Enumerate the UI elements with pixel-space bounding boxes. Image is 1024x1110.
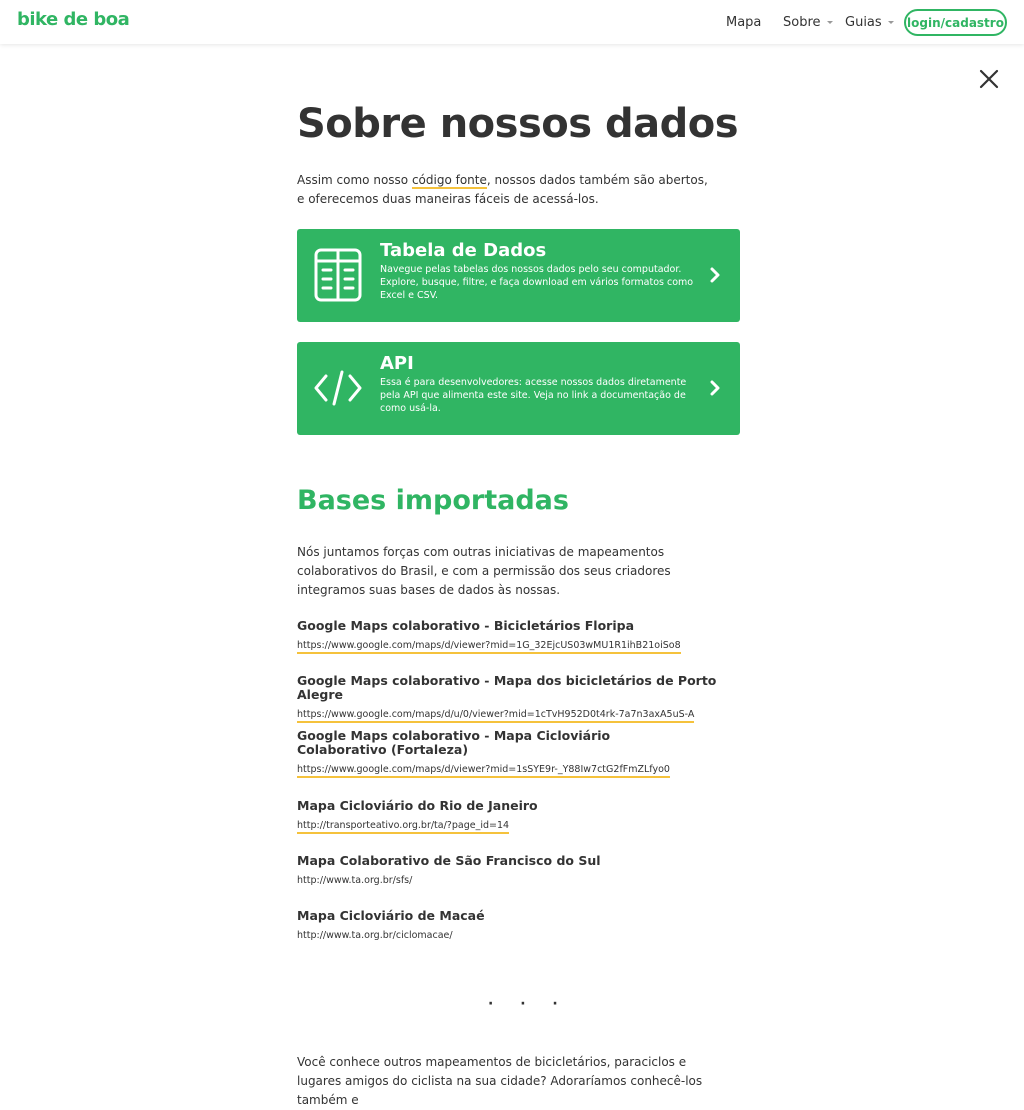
section-description: Nós juntamos forças com outras iniciativ… — [297, 545, 671, 597]
top-navbar: bike de boa Mapa Sobre Guias login/cadas… — [0, 0, 1024, 44]
section-title-bases: Bases importadas — [297, 485, 569, 516]
spreadsheet-icon — [314, 248, 362, 302]
page-title: Sobre nossos dados — [297, 101, 739, 147]
chevron-right-icon — [710, 267, 720, 283]
login-button[interactable]: login/cadastro — [904, 9, 1007, 36]
base-link[interactable]: http://www.ta.org.br/sfs/ — [297, 875, 412, 887]
list-item: Mapa Cicloviário do Rio de Janeiro http:… — [297, 799, 737, 834]
list-item: Google Maps colaborativo - Bicicletários… — [297, 619, 737, 654]
code-icon — [314, 370, 362, 406]
base-name: Mapa Colaborativo de São Francisco do Su… — [297, 853, 601, 868]
caret-down-icon — [826, 20, 833, 24]
base-link[interactable]: https://www.google.com/maps/d/u/0/viewer… — [297, 709, 695, 723]
chevron-right-icon — [710, 380, 720, 396]
data-table-card[interactable]: Tabela de Dados Navegue pelas tabelas do… — [297, 229, 740, 322]
intro-text-before: Assim como nosso — [297, 173, 412, 187]
base-link[interactable]: https://www.google.com/maps/d/viewer?mid… — [297, 764, 670, 778]
card-description: Navegue pelas tabelas dos nossos dados p… — [380, 264, 694, 301]
nav-item-mapa-label: Mapa — [726, 14, 762, 30]
base-name: Google Maps colaborativo - Bicicletários… — [297, 618, 635, 633]
intro-paragraph: Assim como nosso código fonte, nossos da… — [297, 171, 717, 209]
base-link[interactable]: https://www.google.com/maps/d/viewer?mid… — [297, 640, 681, 654]
list-item: Mapa Cicloviário de Macaé http://www.ta.… — [297, 909, 737, 942]
base-name: Google Maps colaborativo - Mapa Cicloviá… — [297, 728, 611, 757]
nav-item-sobre[interactable]: Sobre — [783, 0, 833, 44]
card-title: API — [380, 353, 414, 374]
card-description: Essa é para desenvolvedores: acesse noss… — [380, 377, 687, 414]
api-card[interactable]: API Essa é para desenvolvedores: acesse … — [297, 342, 740, 435]
close-button[interactable] — [978, 68, 1000, 90]
nav-item-guias-label: Guias — [845, 14, 882, 30]
nav-item-sobre-label: Sobre — [783, 14, 821, 30]
base-name: Mapa Cicloviário de Macaé — [297, 908, 485, 923]
logo[interactable]: bike de boa — [17, 9, 130, 30]
caret-down-icon — [887, 20, 894, 24]
base-name: Google Maps colaborativo - Mapa dos bici… — [297, 673, 717, 702]
separator-dots: · · · — [488, 996, 569, 1012]
list-item: Mapa Colaborativo de São Francisco do Su… — [297, 854, 737, 887]
source-code-link[interactable]: código fonte — [411, 173, 487, 189]
list-item: Google Maps colaborativo - Mapa dos bici… — [297, 674, 737, 723]
outro-paragraph: Você conhece outros mapeamentos de bicic… — [297, 1055, 703, 1107]
list-item: Google Maps colaborativo - Mapa Cicloviá… — [297, 729, 697, 778]
card-title: Tabela de Dados — [380, 240, 547, 261]
base-link[interactable]: http://transporteativo.org.br/ta/?page_i… — [297, 820, 510, 834]
nav-item-mapa[interactable]: Mapa — [726, 0, 761, 44]
close-icon — [979, 69, 999, 89]
nav-item-guias[interactable]: Guias — [845, 0, 894, 44]
base-name: Mapa Cicloviário do Rio de Janeiro — [297, 798, 538, 813]
base-link[interactable]: http://www.ta.org.br/ciclomacae/ — [297, 930, 453, 942]
